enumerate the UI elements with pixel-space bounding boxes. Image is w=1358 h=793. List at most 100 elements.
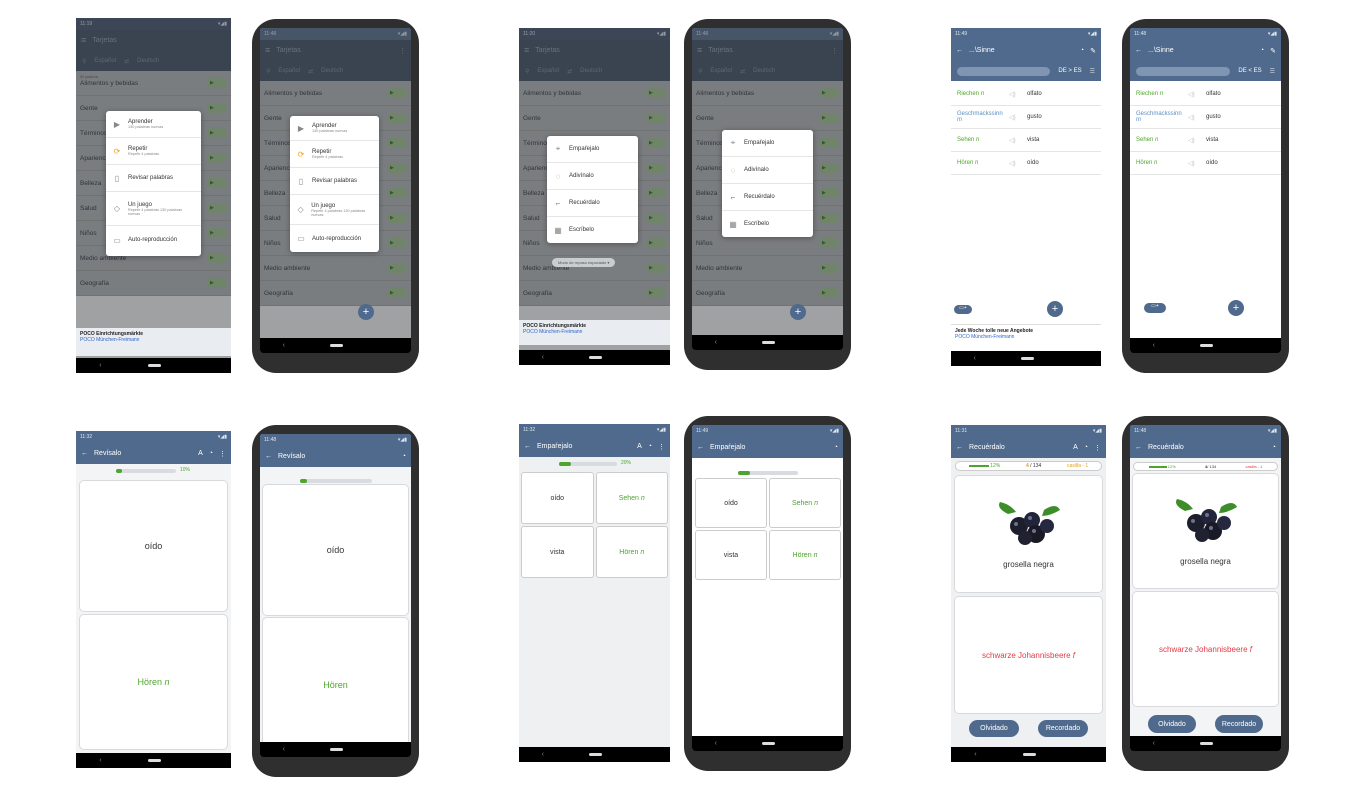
speaker-icon[interactable]: ◁): [1009, 137, 1027, 144]
menu-item-repeat[interactable]: ⟳ Repetir Repetir 4 palabras: [290, 141, 379, 168]
edit-icon[interactable]: ✎: [1090, 47, 1096, 55]
match-card-left[interactable]: oído: [521, 472, 594, 524]
autoplay-icon[interactable]: ◔: [1084, 444, 1088, 451]
edit-icon[interactable]: ✎: [1270, 47, 1276, 55]
more-icon[interactable]: ⋮: [1094, 444, 1101, 452]
menu-item-review[interactable]: ▯ Revisar palabras: [106, 165, 201, 192]
folder-add-button[interactable]: ▭+: [1144, 303, 1166, 313]
menu-item-match[interactable]: ⌖ Empaŕejalo: [722, 130, 813, 157]
ad-banner[interactable]: POCO Einrichtungsmärkte POCO München-Frei…: [519, 320, 670, 345]
sort-icon[interactable]: ☰: [1270, 68, 1275, 75]
progress-bar: [738, 471, 798, 475]
menu-item-game[interactable]: ◇ Un juego Repetir 4 palabras 130 palabras…: [290, 195, 379, 225]
match-card-right[interactable]: Sehen n: [595, 472, 668, 524]
front-card[interactable]: oído: [80, 481, 227, 611]
match-card-right[interactable]: Hören n: [769, 530, 841, 580]
more-icon[interactable]: ⋮: [658, 443, 665, 451]
front-card[interactable]: oído: [263, 485, 408, 615]
back-arrow-icon[interactable]: ←: [697, 444, 704, 451]
back-arrow-icon[interactable]: ←: [1135, 444, 1142, 451]
autoplay-icon[interactable]: ◔: [1080, 47, 1084, 54]
page-title: Revísalo: [94, 450, 122, 457]
remembered-button[interactable]: Recordado: [1215, 715, 1263, 733]
menu-item-guess[interactable]: ◌ Adivínalo: [722, 157, 813, 184]
direction-toggle[interactable]: DE < ES: [1238, 68, 1261, 74]
word-row[interactable]: Geschmackssinn m ◁) gusto: [951, 106, 1101, 129]
menu-item-write[interactable]: ▦ Escríbelo: [722, 211, 813, 237]
menu-item-learn[interactable]: ▶ Aprender 130 palabras nuevas: [106, 111, 201, 138]
match-card-right[interactable]: Hören n: [595, 526, 668, 578]
back-arrow-icon[interactable]: ←: [1135, 47, 1142, 54]
ad-banner[interactable]: Jede Woche tolle neue Angebote POCO Münch…: [951, 324, 1101, 348]
autoplay-icon[interactable]: ◔: [1260, 47, 1264, 54]
back-arrow-icon[interactable]: ←: [524, 443, 531, 450]
autoplay-icon[interactable]: ◔: [648, 443, 652, 450]
match-card-left[interactable]: oído: [695, 478, 767, 528]
menu-item-autoplay[interactable]: ▭ Auto-reproducción: [106, 226, 201, 254]
back-card[interactable]: Hören: [263, 618, 408, 751]
match-card-left[interactable]: vista: [521, 526, 594, 578]
menu-item-recall[interactable]: ⌐ Recuérdalo: [547, 190, 638, 217]
add-button[interactable]: +: [1047, 301, 1063, 317]
speaker-icon[interactable]: ◁): [1009, 160, 1027, 167]
home-icon[interactable]: [148, 364, 162, 367]
folder-add-button[interactable]: ▭+: [954, 305, 972, 314]
direction-toggle[interactable]: DE > ES: [1058, 68, 1081, 74]
autoplay-icon[interactable]: ◔: [1272, 444, 1276, 451]
autoplay-icon[interactable]: ◔: [402, 453, 406, 460]
answer-card[interactable]: schwarze Johannisbeere f: [1133, 592, 1278, 706]
menu-item-review[interactable]: ▯ Revisar palabras: [290, 168, 379, 195]
search-input[interactable]: [1136, 66, 1231, 76]
word-row[interactable]: Riechen n ◁) olfato: [1130, 83, 1281, 106]
word-row[interactable]: Sehen n ◁) vista: [1130, 129, 1281, 152]
autoplay-icon[interactable]: ◔: [834, 444, 838, 451]
sort-icon[interactable]: ☰: [1090, 68, 1095, 75]
forgot-button[interactable]: Olvidado: [969, 720, 1019, 737]
nav-bar: ‹: [260, 338, 411, 353]
menu-item-match[interactable]: ⌖ Empaŕejalo: [547, 136, 638, 163]
font-icon[interactable]: A: [637, 443, 642, 450]
answer-card[interactable]: schwarze Johannisbeere f: [955, 597, 1102, 713]
word-row[interactable]: Hören n ◁) oído: [1130, 152, 1281, 175]
autoplay-icon[interactable]: ◔: [209, 450, 213, 457]
page-title: ...\Sinne: [969, 47, 995, 54]
back-icon[interactable]: ‹: [283, 342, 285, 349]
menu-item-game[interactable]: ◇ Un juego Repetir 4 palabras 130 palabras…: [106, 192, 201, 226]
menu-item-guess[interactable]: ◌ Adivínalo: [547, 163, 638, 190]
word-row[interactable]: Hören n ◁) oído: [951, 152, 1101, 175]
remembered-button[interactable]: Recordado: [1038, 720, 1088, 737]
search-input[interactable]: [957, 66, 1051, 76]
game-icon: ◇: [113, 204, 121, 213]
forgot-button[interactable]: Olvidado: [1148, 715, 1196, 733]
learn-menu: ▶ Aprender 130 palabras nuevas ⟳ Repetir Rep…: [106, 111, 201, 256]
back-arrow-icon[interactable]: ←: [81, 450, 88, 457]
menu-item-learn[interactable]: ▶ Aprender 130 palabras nuevas: [290, 116, 379, 141]
home-icon[interactable]: [330, 344, 344, 347]
back-arrow-icon[interactable]: ←: [956, 444, 963, 451]
spaced-mode-chip[interactable]: Modo de repaso espaciado ▾: [552, 258, 616, 267]
add-button[interactable]: +: [358, 304, 374, 320]
game-menu: ⌖ Empaŕejalo ◌ Adivínalo ⌐ Recuérdalo ▦ Escr…: [722, 130, 813, 237]
ad-banner[interactable]: POCO Einrichtungsmärkte POCO München-Frei…: [76, 328, 231, 356]
menu-item-autoplay[interactable]: ▭ Auto-reproducción: [290, 225, 379, 252]
more-icon[interactable]: ⋮: [219, 450, 226, 458]
menu-item-repeat[interactable]: ⟳ Repetir Repetir 4 palabras: [106, 138, 201, 165]
menu-item-recall[interactable]: ⌐ Recuérdalo: [722, 184, 813, 211]
menu-item-write[interactable]: ▦ Escríbelo: [547, 217, 638, 243]
back-icon[interactable]: ‹: [99, 362, 101, 369]
blackcurrant-image: [1175, 498, 1237, 542]
back-card[interactable]: Hören n: [80, 615, 227, 749]
word-row[interactable]: Geschmackssinn m ◁) gusto: [1130, 106, 1281, 129]
speaker-icon[interactable]: ◁): [1009, 91, 1027, 98]
word-row[interactable]: Riechen n ◁) olfato: [951, 83, 1101, 106]
font-icon[interactable]: A: [1073, 444, 1078, 451]
font-icon[interactable]: A: [198, 450, 203, 457]
match-card-right[interactable]: Sehen n: [769, 478, 841, 528]
match-card-left[interactable]: vista: [695, 530, 767, 580]
back-arrow-icon[interactable]: ←: [956, 47, 963, 54]
word-row[interactable]: Sehen n ◁) vista: [951, 129, 1101, 152]
back-arrow-icon[interactable]: ←: [265, 453, 272, 460]
speaker-icon[interactable]: ◁): [1009, 114, 1027, 121]
add-button[interactable]: +: [790, 304, 806, 320]
add-button[interactable]: +: [1228, 300, 1244, 316]
